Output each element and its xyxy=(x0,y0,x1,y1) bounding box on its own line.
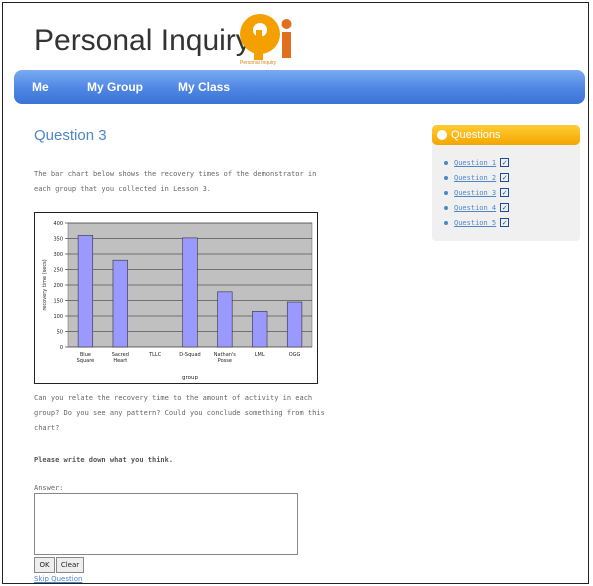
ok-button[interactable]: OK xyxy=(34,557,55,573)
question-list-item: Question 2 ✓ xyxy=(444,170,510,185)
logo-caption: Personal Inquiry xyxy=(240,60,277,66)
question-list-item: Question 1 ✓ xyxy=(444,155,510,170)
clear-button[interactable]: Clear xyxy=(56,557,84,573)
bar xyxy=(77,235,94,348)
skip-question-link[interactable]: Skip Question xyxy=(34,575,82,583)
y-tick-label: 200 xyxy=(53,283,63,289)
x-tick-label: Posse xyxy=(218,358,232,364)
x-tick-label: Heart xyxy=(113,358,127,364)
question-title: Question 3 xyxy=(34,127,107,144)
bar xyxy=(252,311,268,348)
bar xyxy=(217,291,233,348)
questions-panel-header[interactable]: Questions xyxy=(432,125,580,145)
recovery-time-chart: 0 50 100 150 200 250 300 350 400 Blue Square Sacred… xyxy=(34,212,318,384)
bullet-icon xyxy=(444,190,448,195)
y-tick-label: 350 xyxy=(53,237,63,243)
y-tick-label: 300 xyxy=(53,252,63,258)
y-axis-label: recovery time (secs) xyxy=(42,259,48,310)
questions-panel: Questions Question 1 ✓ Question 2 ✓ Ques… xyxy=(432,125,580,241)
x-tick-label: LML xyxy=(255,352,265,358)
body-line-1: Can you relate the recovery time to the … xyxy=(34,394,313,402)
y-tick-label: 100 xyxy=(53,314,63,320)
x-tick-label: Square xyxy=(77,358,95,364)
bar xyxy=(182,237,198,348)
intro-line-1: The bar chart below shows the recovery t… xyxy=(34,170,317,178)
question-3-link[interactable]: Question 3 xyxy=(454,189,496,197)
question-4-link[interactable]: Question 4 xyxy=(454,204,496,212)
checkbox-checked-icon: ✓ xyxy=(500,188,510,197)
checkbox-checked-icon: ✓ xyxy=(500,218,510,227)
question-1-link[interactable]: Question 1 xyxy=(454,159,496,167)
collapse-icon[interactable] xyxy=(437,130,447,140)
question-5-link[interactable]: Question 5 xyxy=(454,219,496,227)
answer-textarea[interactable] xyxy=(34,493,298,555)
y-tick-label: 50 xyxy=(57,330,63,336)
checkbox-checked-icon: ✓ xyxy=(500,173,510,182)
x-tick-label: D-Squad xyxy=(179,352,200,358)
bar xyxy=(286,301,303,348)
questions-heading: Questions xyxy=(451,129,501,141)
body-line-2: group? Do you see any pattern? Could you… xyxy=(34,409,325,417)
site-title: Personal Inquiry xyxy=(34,24,251,57)
x-axis-label: group xyxy=(182,375,198,381)
checkbox-checked-icon: ✓ xyxy=(500,203,510,212)
y-tick-label: 0 xyxy=(60,345,63,351)
y-tick-label: 400 xyxy=(53,221,63,227)
nav-me[interactable]: Me xyxy=(32,80,49,94)
answer-label: Answer: xyxy=(34,484,64,492)
y-tick-label: 250 xyxy=(53,268,63,274)
checkbox-checked-icon: ✓ xyxy=(500,158,510,167)
bullet-icon xyxy=(444,220,448,225)
bar-chart-svg: 050100150200250300350400BlueSquareSacred… xyxy=(42,221,313,381)
nav-my-class[interactable]: My Class xyxy=(178,80,230,94)
body-line-3: chart? xyxy=(34,424,60,432)
nav-my-group[interactable]: My Group xyxy=(87,80,143,94)
bullet-icon xyxy=(444,160,448,165)
answer-prompt: Please write down what you think. xyxy=(34,456,174,464)
main-navbar: Me My Group My Class xyxy=(14,70,585,104)
question-list-item: Question 3 ✓ xyxy=(444,185,510,200)
bar xyxy=(112,259,128,348)
question-list-item: Question 5 ✓ xyxy=(444,215,510,230)
y-tick-label: 150 xyxy=(53,299,63,305)
x-tick-label: OGG xyxy=(289,352,301,358)
intro-line-2: each group that you collected in Lesson … xyxy=(34,185,212,193)
x-tick-label: TLLC xyxy=(148,352,162,358)
question-list-item: Question 4 ✓ xyxy=(444,200,510,215)
question-2-link[interactable]: Question 2 xyxy=(454,174,496,182)
bullet-icon xyxy=(444,175,448,180)
bullet-icon xyxy=(444,205,448,210)
questions-list: Question 1 ✓ Question 2 ✓ Question 3 ✓ Q… xyxy=(444,155,510,230)
